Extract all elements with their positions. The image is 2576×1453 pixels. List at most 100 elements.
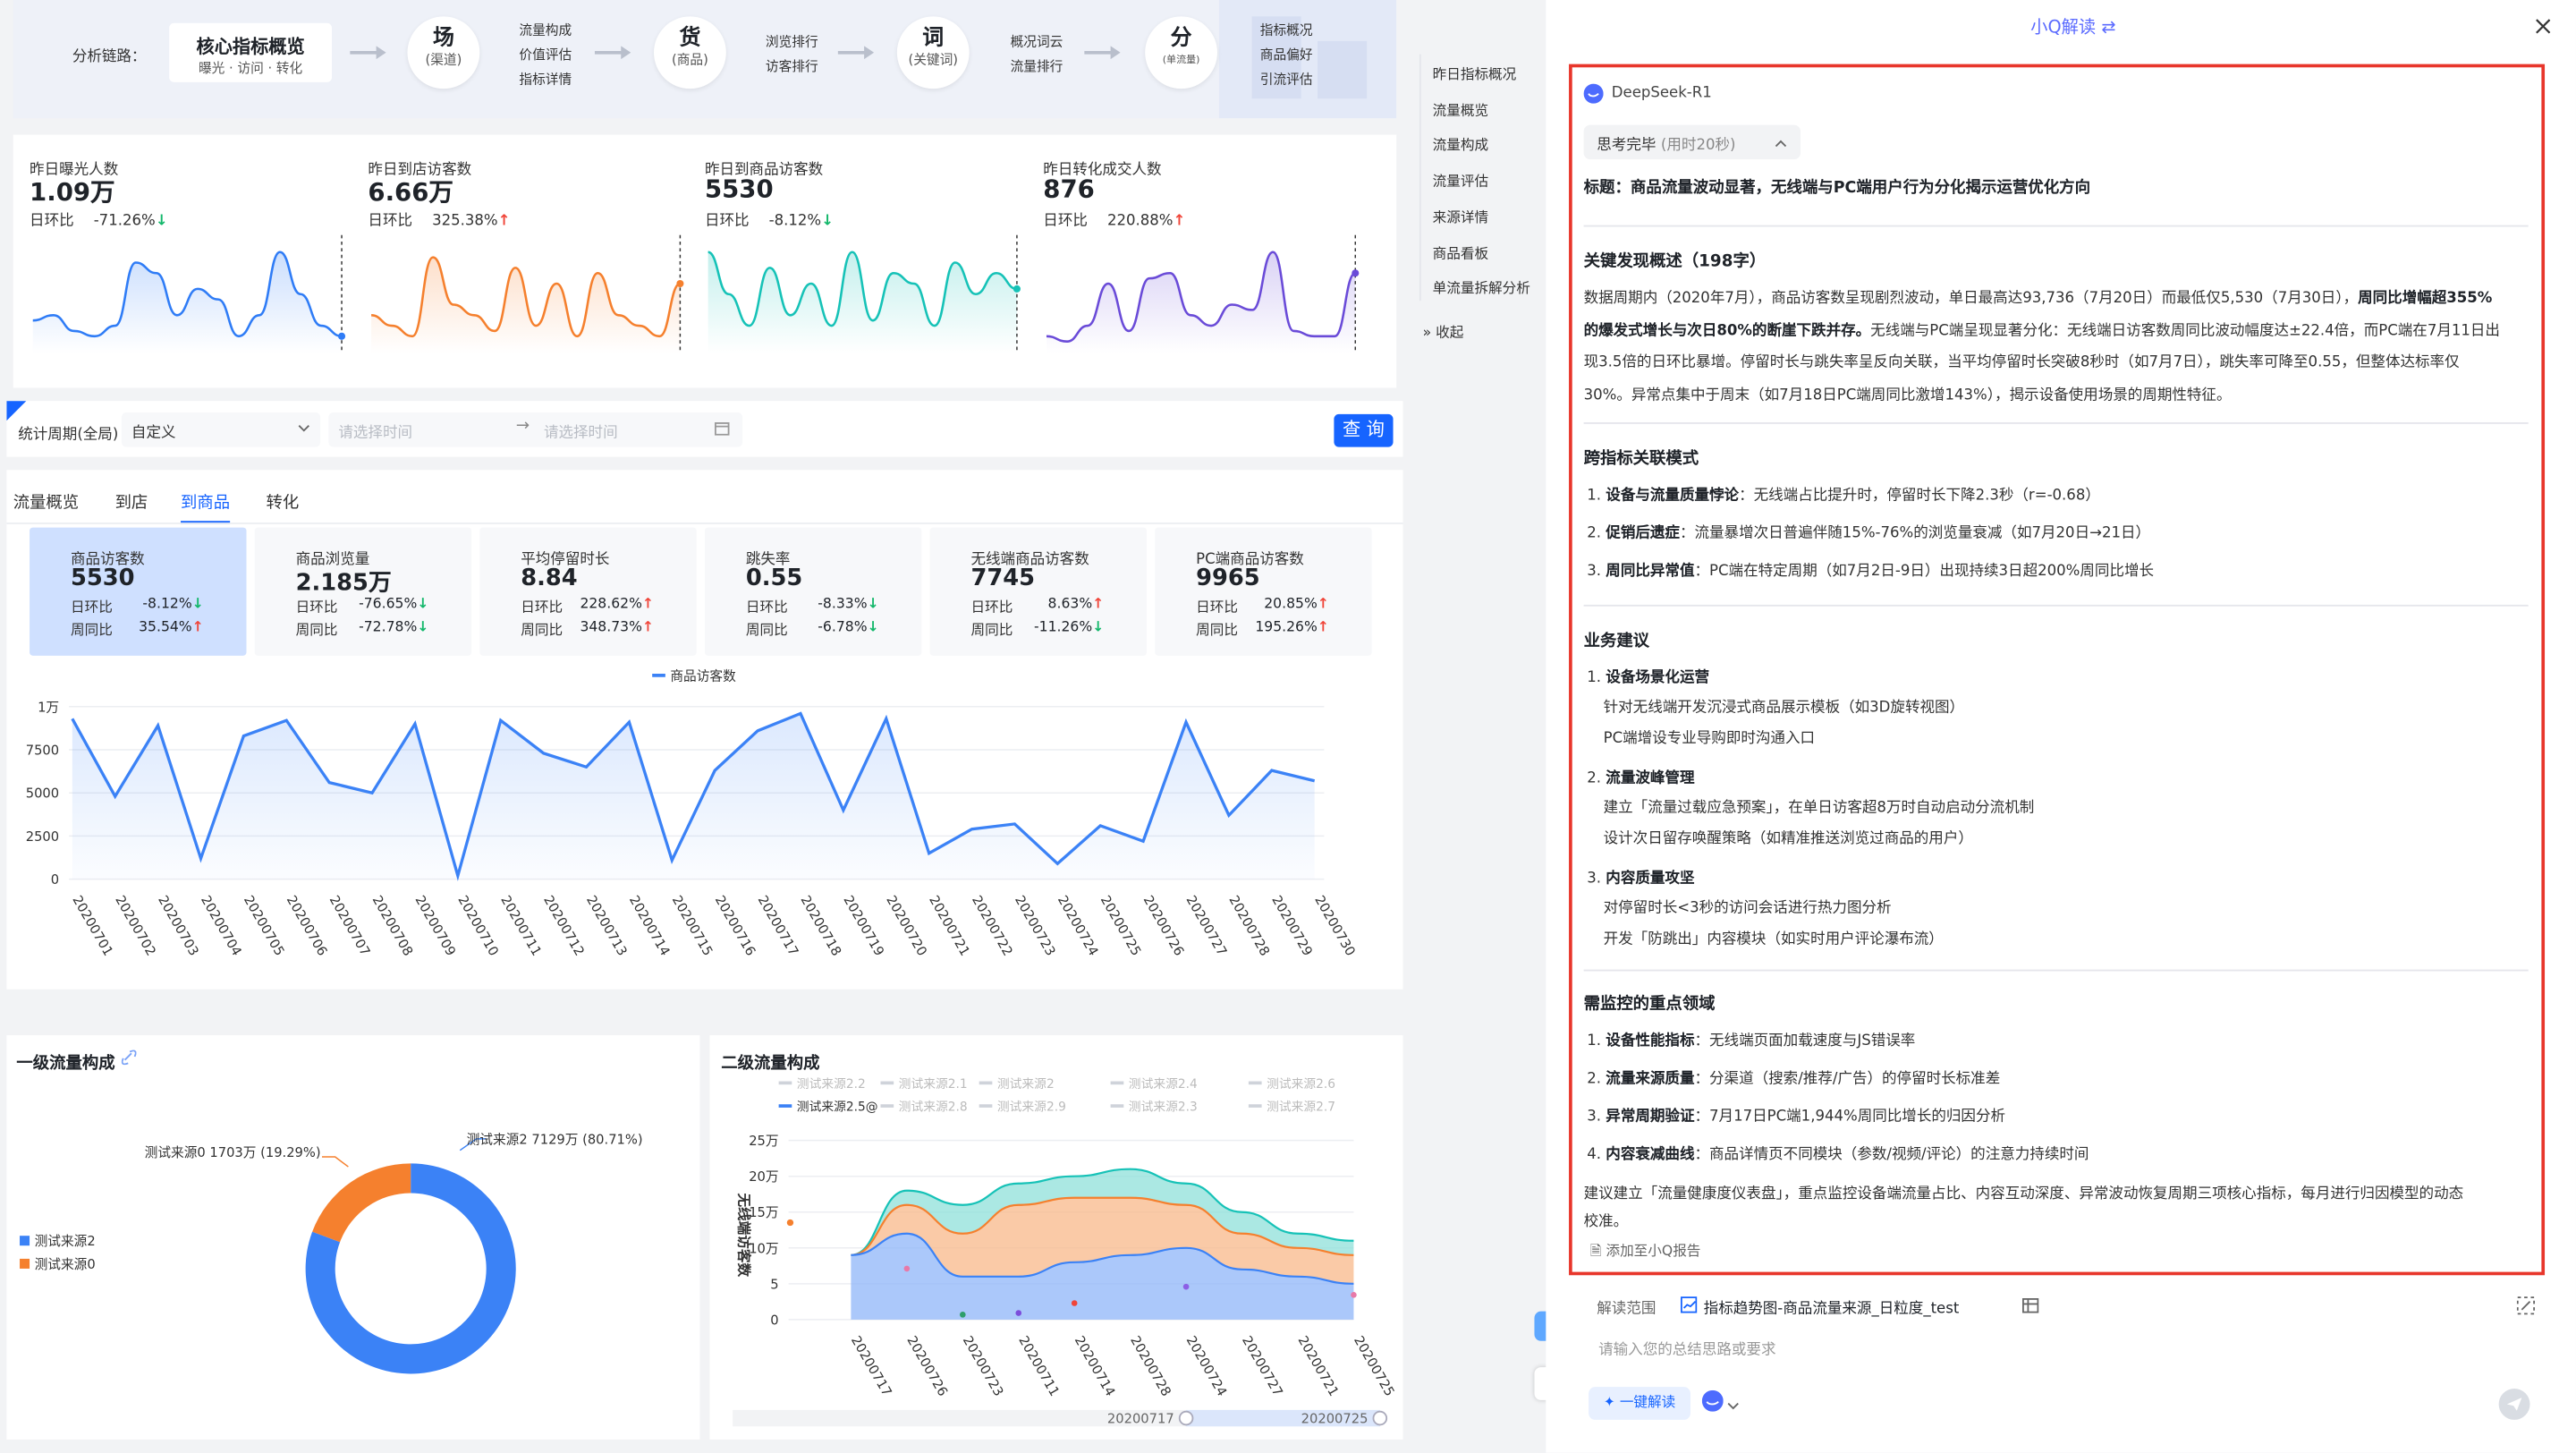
legend-label[interactable]: 测试来源2.7 [1267,1100,1335,1115]
panel-title-text: 小Q解读 [2030,18,2097,38]
edit-icon[interactable] [2516,1296,2536,1315]
side-nav-item[interactable]: 单流量拆解分析 [1433,278,1530,297]
x-tick-label: 20200719 [840,893,886,958]
arrow-up-icon: ↑ [497,213,511,231]
arrow-up-icon: ↑ [1317,596,1329,614]
list-item: 2. 促销后遗症：流量暴增次日普遍伴随15%-76%的浏览量衰减（如7月20日→… [1587,525,2151,543]
tab-to-store[interactable]: 到店 [115,488,148,513]
chain-node-small: (商品) [671,52,708,68]
end-date-input[interactable]: 请选择时间 [544,421,618,442]
legend-label[interactable]: 测试来源2 [35,1234,96,1249]
x-tick-label: 20200730 [1311,893,1358,958]
chain-link[interactable]: 商品偏好 [1260,43,1313,68]
data-point [1182,1283,1190,1290]
legend-label[interactable]: 测试来源2.1 [899,1077,968,1092]
collapse-button[interactable]: » 收起 [1423,322,1464,342]
summary-text: 建议建立「流量健康度仪表盘」，重点监控设备端流量占比、内容互动深度、异常波动恢复… [1584,1182,2537,1237]
tab-traffic-overview[interactable]: 流量概览 [13,488,79,513]
metric-card[interactable]: 无线端商品访客数 7745 日环比 8.63%↑ 周同比 -11.26%↓ [929,527,1148,656]
side-nav-item[interactable]: 流量概览 [1433,99,1488,119]
prompt-input[interactable]: 请输入您的总结思路或要求 [1598,1338,2486,1359]
close-icon[interactable] [2535,18,2551,34]
x-tick-label: 20200726 [903,1333,950,1398]
kpi-sparkline [1046,234,1360,353]
date-range-picker[interactable]: 请选择时间 → 请选择时间 [328,412,743,447]
chain-node-split[interactable]: 分 (单流量) [1145,16,1217,89]
legend-label[interactable]: 测试来源2.4 [1129,1077,1198,1092]
side-nav-item[interactable]: 昨日指标概况 [1433,64,1517,83]
metric-card[interactable]: 跳失率 0.55 日环比 -8.33%↓ 周同比 -6.78%↓ [704,527,922,656]
chain-link[interactable]: 指标概况 [1260,18,1313,43]
x-tick-label: 20200720 [883,893,929,958]
chain-link[interactable]: 流量构成 [519,18,572,43]
tab-conversion[interactable]: 转化 [267,488,300,513]
legend-label[interactable]: 测试来源2.2 [797,1077,866,1092]
chain-link[interactable]: 流量排行 [1011,43,1063,90]
metric-card[interactable]: 平均停留时长 8.84 日环比 228.62%↑ 周同比 348.73%↑ [479,527,697,656]
side-nav-item[interactable]: 来源详情 [1433,207,1488,226]
start-date-input[interactable]: 请选择时间 [338,426,412,442]
kpi-sparkline [32,234,346,353]
range-handle-end[interactable] [1372,1410,1388,1426]
section-suggestions: 业务建议 [1583,633,1650,651]
legend-label[interactable]: 测试来源2.5@ [797,1100,878,1115]
chain-link[interactable]: 指标详情 [519,67,572,92]
sub-item: 对停留时长<3秒的访问会话进行热力图分析 [1603,900,1892,917]
kpi-sparkline [370,234,684,353]
thinking-toggle[interactable]: 思考完毕 (用时20秒) [1583,124,1801,160]
metric-card[interactable]: PC端商品访客数 9965 日环比 20.85%↑ 周同比 195.26%↑ [1155,527,1372,656]
legend-label[interactable]: 测试来源2.6 [1267,1077,1335,1092]
pie-slice[interactable] [312,1163,411,1243]
legend-label[interactable]: 测试来源2.3 [1129,1100,1198,1115]
metric-card[interactable]: 商品浏览量 2.185万 日环比 -76.65%↓ 周同比 -72.78%↓ [254,527,472,656]
metric-day-value: 8.63%↑ [1048,597,1105,613]
period-select[interactable]: 自定义 [121,412,321,447]
legend-label[interactable]: 测试来源2.8 [899,1100,968,1115]
add-report-button[interactable]: 🗎 添加至小Q报告 [1590,1241,1701,1266]
legend-label[interactable]: 测试来源2 [997,1077,1055,1092]
goods-visitors-chart: 商品访客数02500500075001万20200701202007022020… [26,668,1359,958]
x-tick-label: 20200717 [848,1333,894,1398]
link-icon[interactable] [121,1049,137,1066]
chain-link[interactable]: 访客排行 [766,43,818,90]
kpi-sparkline [708,234,1021,353]
chain-node-keyword[interactable]: 词 (关键词) [896,16,970,89]
metric-day-value: -76.65%↓ [359,597,428,613]
kpi-area [708,251,1017,353]
metric-day-text: 8.63% [1047,596,1093,614]
metric-week-text: 35.54% [139,619,192,636]
side-nav-item[interactable]: 流量构成 [1433,135,1488,155]
kpi-ratio-value: -8.12% [768,213,822,231]
legend-label[interactable]: 测试来源2.9 [997,1100,1066,1115]
legend-label[interactable]: 测试来源0 [35,1257,96,1272]
arrow-down-icon: ↓ [417,619,429,636]
sub-item: 开发「防跳出」内容模块（如实时用户评论瀑布流） [1603,931,1944,948]
query-button[interactable]: 查 询 [1334,413,1394,447]
x-tick-label: 20200717 [755,893,801,958]
one-click-button[interactable]: ✦ 一键解读 [1589,1387,1690,1420]
side-nav-item[interactable]: 商品看板 [1433,242,1488,262]
panel-title[interactable]: 小Q解读 ⇄ [2030,15,2115,40]
x-tick-label: 20200708 [369,893,416,958]
side-nav-item[interactable]: 流量评估 [1433,171,1488,191]
range-handle-start[interactable] [1178,1410,1194,1426]
answer-headline: 标题：商品流量波动显著，无线端与PC端用户行为分化揭示运营优化方向 [1583,179,2091,198]
text-span: 建议建立「流量健康度仪表盘」，重点监控设备端流量占比、内容互动深度、异常波动恢复… [1583,1186,2464,1203]
tab-to-goods[interactable]: 到商品 [181,488,231,524]
metric-day-text: -8.33% [818,596,868,614]
chart-icon [1680,1296,1698,1313]
model-select[interactable] [1701,1389,1755,1416]
table-icon[interactable] [2021,1297,2039,1313]
chain-node-goods[interactable]: 货 (商品) [654,16,726,89]
kpi-ratio-label: 日环比 [1043,213,1088,231]
deepseek-logo-icon [1583,83,1604,104]
chain-link[interactable]: 价值评估 [519,43,572,68]
chain-link[interactable]: 引流评估 [1260,67,1313,92]
scope-value[interactable]: 指标趋势图-商品流量来源_日粒度_test [1704,1296,1960,1318]
metric-week-text: 195.26% [1255,619,1318,636]
metric-card[interactable]: 商品访客数 5530 日环比 -8.12%↓ 周同比 35.54%↑ [30,527,247,656]
chain-node-channel[interactable]: 场 (渠道) [407,16,480,89]
send-button[interactable] [2498,1389,2530,1420]
chart-legend[interactable]: 商品访客数 [652,668,736,684]
chain-core-overview[interactable]: 核心指标概览 曝光 · 访问 · 转化 [169,22,333,82]
